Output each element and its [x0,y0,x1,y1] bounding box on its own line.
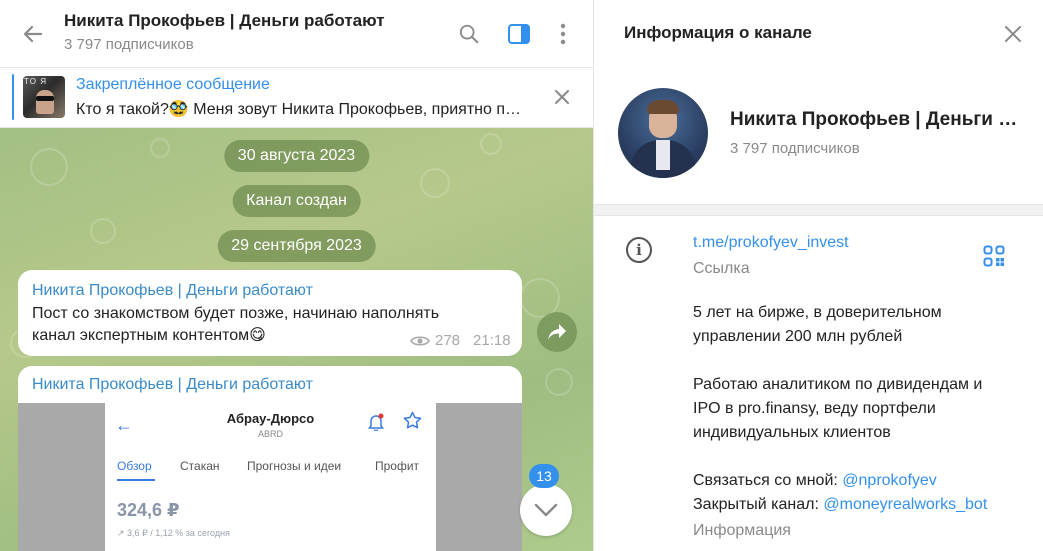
channel-link[interactable]: t.me/prokofyev_invest [693,234,849,252]
more-vertical-icon [560,23,566,45]
info-close-button[interactable] [999,20,1027,48]
screenshot-tabs: Обзор Стакан Прогнозы и идеи Профит [105,459,436,485]
sidebar-toggle-icon [508,24,530,44]
chat-pane: Никита Прокофьев | Деньги работают 3 797… [0,0,593,551]
pinned-text: Кто я такой?🥸 Меня зовут Никита Прокофье… [76,101,524,118]
channel-link-label: Ссылка [693,260,750,277]
screenshot-ticker: ABRD [257,429,283,439]
screenshot-tab: Стакан [180,459,220,473]
screenshot-change: ↗ 3,6 ₽ / 1,12 % за сегодня [117,528,230,538]
screenshot-price: 324,6 ₽ [117,500,180,520]
chat-title[interactable]: Никита Прокофьев | Деньги работают [64,11,385,31]
message-photo[interactable]: ← Абрау-Дюрсо ABRD Обзор Стакан Прогнозы… [18,403,522,551]
forward-button[interactable] [537,312,577,352]
sidebar-toggle-button[interactable] [505,20,533,48]
message-views: 278 [435,332,461,349]
date-separator: 29 сентября 2023 [217,230,376,262]
contact-line: Связаться со мной: @nprokofyev [693,469,1023,493]
description-line: 5 лет на бирже, в доверительном [693,304,942,321]
scroll-down-button[interactable] [520,484,572,536]
qr-code-icon[interactable] [983,245,1005,267]
description-label: Информация [693,522,791,539]
screenshot-tab: Обзор [117,459,152,473]
back-arrow-icon [23,25,43,43]
close-icon [1005,26,1021,42]
chat-header: Никита Прокофьев | Деньги работают 3 797… [0,0,593,68]
message-bubble[interactable]: Никита Прокофьев | Деньги работают Пост … [18,270,522,356]
channel-description: Работаю аналитиком по дивидендам и IPO в… [693,373,1023,445]
pinned-indicator [12,74,14,120]
description-line: индивидуальных клиентов [693,424,891,441]
pinned-thumbnail-text: TO Я [24,77,47,86]
info-title: Информация о канале [624,23,812,42]
closed-channel-line: Закрытый канал: @moneyrealworks_bot [693,493,1023,517]
contact-handle-link[interactable]: @nprokofyev [842,472,937,489]
screenshot-tab: Прогнозы и идеи [247,459,342,473]
forward-arrow-icon [548,324,566,340]
unread-badge: 13 [529,464,559,488]
description-line: управлении 200 млн рублей [693,328,903,345]
message-author[interactable]: Никита Прокофьев | Деньги работают [32,282,313,300]
screenshot-title: Абрау-Дюрсо [226,411,315,426]
more-button[interactable] [549,20,577,48]
close-icon [555,90,569,104]
description-line: Работаю аналитиком по дивидендам и [693,376,983,393]
message-text-line: Пост со знакомством будет позже, начинаю… [32,305,440,322]
channel-name: Никита Прокофьев | Деньги работают [730,109,1026,130]
channel-avatar[interactable] [618,88,708,178]
channel-info-pane: Информация о канале Никита Прокофьев | Д… [593,0,1043,551]
info-icon: i [626,237,652,263]
back-button[interactable] [18,20,48,48]
closed-channel-label: Закрытый канал: [693,496,824,513]
star-icon [403,411,422,429]
description-line: IPO в pro.finansy, веду портфели [693,400,936,417]
message-meta: 278 21:18 [410,332,511,349]
message-text-line: канал экспертным контентом😋 [32,327,266,344]
contact-label: Связаться со мной: [693,472,843,489]
channel-description: 5 лет на бирже, в доверительном управлен… [693,301,1023,349]
search-icon [459,24,479,44]
pinned-thumbnail: TO Я [23,76,65,118]
screenshot-tab: Профит [375,459,420,473]
section-divider [594,204,1043,216]
chat-subscribers: 3 797 подписчиков [64,36,194,53]
service-message: Канал создан [232,185,361,217]
search-button[interactable] [455,20,483,48]
channel-contacts: Связаться со мной: @nprokofyev Закрытый … [693,469,1023,517]
eye-icon [410,335,430,346]
message-author[interactable]: Никита Прокофьев | Деньги работают [32,376,313,394]
pinned-title: Закреплённое сообщение [76,76,270,93]
channel-subscribers: 3 797 подписчиков [730,140,860,157]
bell-icon [368,413,384,431]
pinned-close-button[interactable] [550,85,574,109]
telegram-window: Никита Прокофьев | Деньги работают 3 797… [0,0,1043,551]
screenshot-tab-underline [117,479,155,481]
pinned-message-bar[interactable]: TO Я Закреплённое сообщение Кто я такой?… [0,68,593,128]
message-time: 21:18 [473,332,511,349]
chevron-down-icon [534,503,558,517]
closed-channel-link[interactable]: @moneyrealworks_bot [823,496,987,513]
screenshot-app-view: ← Абрау-Дюрсо ABRD Обзор Стакан Прогнозы… [105,403,436,551]
date-separator: 30 августа 2023 [223,140,370,172]
